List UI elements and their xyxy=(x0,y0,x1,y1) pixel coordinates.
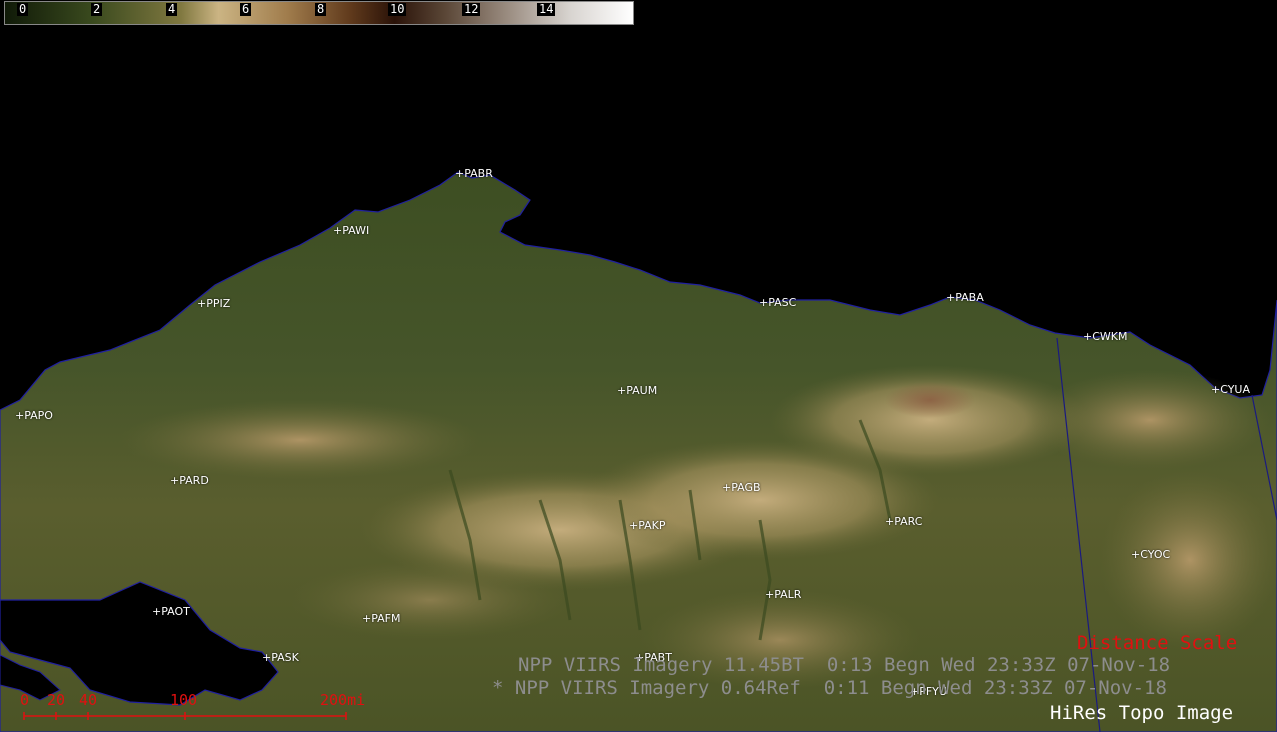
station-id: PARC xyxy=(894,515,923,528)
station-id: PAUM xyxy=(626,384,658,397)
station-id: PPIZ xyxy=(206,297,231,310)
imagery-legend-line2: * NPP VIIRS Imagery 0.64Ref 0:11 Begn We… xyxy=(492,677,1167,699)
station-label[interactable]: +PAPO xyxy=(15,410,53,421)
topo-map[interactable] xyxy=(0,0,1277,732)
colorbar-tick: 0 xyxy=(17,2,29,16)
station-id: CWKM xyxy=(1092,330,1128,343)
station-id: PAKP xyxy=(638,519,666,532)
scale-label: 0 xyxy=(20,691,30,709)
station-label[interactable]: +CWKM xyxy=(1083,331,1127,342)
elevation-colorbar: 0 2 4 6 8 10 12 14 xyxy=(4,1,634,25)
station-id: PABR xyxy=(464,167,493,180)
station-label[interactable]: +PAOT xyxy=(152,606,190,617)
station-id: CYOC xyxy=(1140,548,1171,561)
station-label[interactable]: +CYOC xyxy=(1131,549,1170,560)
station-label[interactable]: +PABA xyxy=(946,292,984,303)
station-id: PALR xyxy=(774,588,802,601)
station-id: PAPO xyxy=(24,409,53,422)
station-label[interactable]: +PAWI xyxy=(333,225,369,236)
colorbar-tick: 6 xyxy=(240,2,252,16)
station-label[interactable]: +PPIZ xyxy=(197,298,230,309)
station-id: PASK xyxy=(271,651,299,664)
colorbar-tick: 14 xyxy=(537,2,556,16)
station-label[interactable]: +PARC xyxy=(885,516,922,527)
distance-scale-label: Distance Scale xyxy=(1077,632,1238,654)
colorbar-tick: 12 xyxy=(462,2,481,16)
station-id: PARD xyxy=(179,474,209,487)
station-label[interactable]: +PARD xyxy=(170,475,209,486)
colorbar-tick: 4 xyxy=(166,2,178,16)
station-label[interactable]: +CYUA xyxy=(1211,384,1250,395)
topo-legend-label: HiRes Topo Image xyxy=(1050,702,1234,724)
imagery-legend-line1: NPP VIIRS Imagery 11.45BT 0:13 Begn Wed … xyxy=(518,654,1171,676)
scale-label: 200mi xyxy=(320,691,366,709)
scale-label: 100 xyxy=(170,691,198,709)
station-label[interactable]: +PALR xyxy=(765,589,801,600)
station-id: PABA xyxy=(955,291,984,304)
colorbar-tick: 10 xyxy=(388,2,407,16)
station-id: PAFM xyxy=(371,612,401,625)
station-label[interactable]: +PASC xyxy=(759,297,796,308)
colorbar-tick: 8 xyxy=(315,2,327,16)
colorbar-tick: 2 xyxy=(91,2,103,16)
station-id: PAOT xyxy=(161,605,190,618)
station-label[interactable]: +PABR xyxy=(455,168,493,179)
station-id: CYUA xyxy=(1220,383,1251,396)
scale-label: 40 xyxy=(79,691,98,709)
station-label[interactable]: +PAGB xyxy=(722,482,761,493)
station-label[interactable]: +PAFM xyxy=(362,613,401,624)
scale-label: 20 xyxy=(47,691,66,709)
station-id: PAGB xyxy=(731,481,761,494)
station-label[interactable]: +PASK xyxy=(262,652,299,663)
station-label[interactable]: +PAKP xyxy=(629,520,666,531)
station-id: PASC xyxy=(768,296,797,309)
station-id: PAWI xyxy=(342,224,370,237)
station-label[interactable]: +PAUM xyxy=(617,385,657,396)
